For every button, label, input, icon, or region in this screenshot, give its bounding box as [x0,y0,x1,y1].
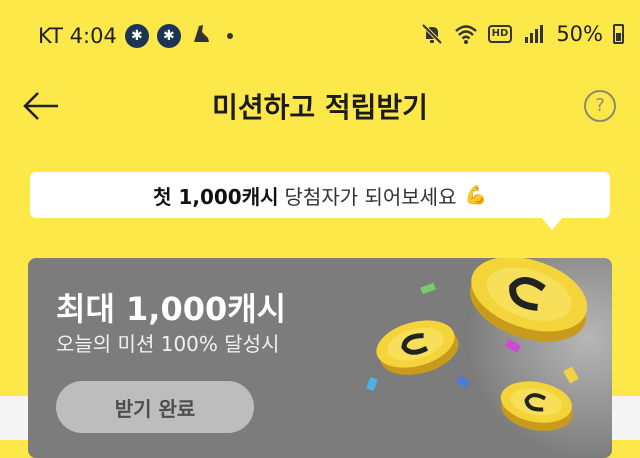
wifi-icon [454,25,477,44]
card-subtitle: 오늘의 미션 100% 달성시 [56,332,280,356]
page-title: 미션하고 적립받기 [212,91,428,124]
battery-icon [613,24,624,44]
mute-icon [421,23,443,45]
claim-complete-button[interactable]: 받기 완료 [56,381,254,433]
confetti-icon [420,282,436,295]
coin-icon [470,258,588,342]
confetti-icon [455,375,471,389]
shoe-icon [191,22,211,49]
help-icon[interactable]: ? [584,90,616,122]
confetti-icon [504,339,522,353]
coin-icon [500,381,573,431]
promo-banner: 첫 1,000캐시 당첨자가 되어보세요 💪 [30,172,610,218]
confetti-icon [563,366,579,384]
coin-icon [376,320,459,375]
flexed-biceps-icon: 💪 [464,184,487,206]
card-title: 최대 1,000캐시 [56,290,287,328]
battery-percentage: 50% [556,22,603,46]
hd-icon: HD [487,25,513,43]
status-left: KT 4:04 ✱ ✱ [38,22,233,49]
signal-icon [525,25,544,43]
banner-tail [540,216,564,230]
header: 미션하고 적립받기 ? [0,72,640,140]
status-right: HD 50% [420,22,624,46]
banner-text: 당첨자가 되어보세요 [284,184,457,209]
notification-dot-icon [226,32,233,39]
carrier-time: KT 4:04 [38,23,117,48]
banner-highlight: 첫 1,000캐시 [153,184,279,209]
status-bar: KT 4:04 ✱ ✱ HD 50% [0,0,640,72]
mission-card: 최대 1,000캐시 오늘의 미션 100% 달성시 받기 완료 [28,258,612,458]
bluetooth-icon: ✱ [124,23,149,48]
confetti-icon [366,376,378,392]
bluetooth-icon: ✱ [156,23,181,48]
